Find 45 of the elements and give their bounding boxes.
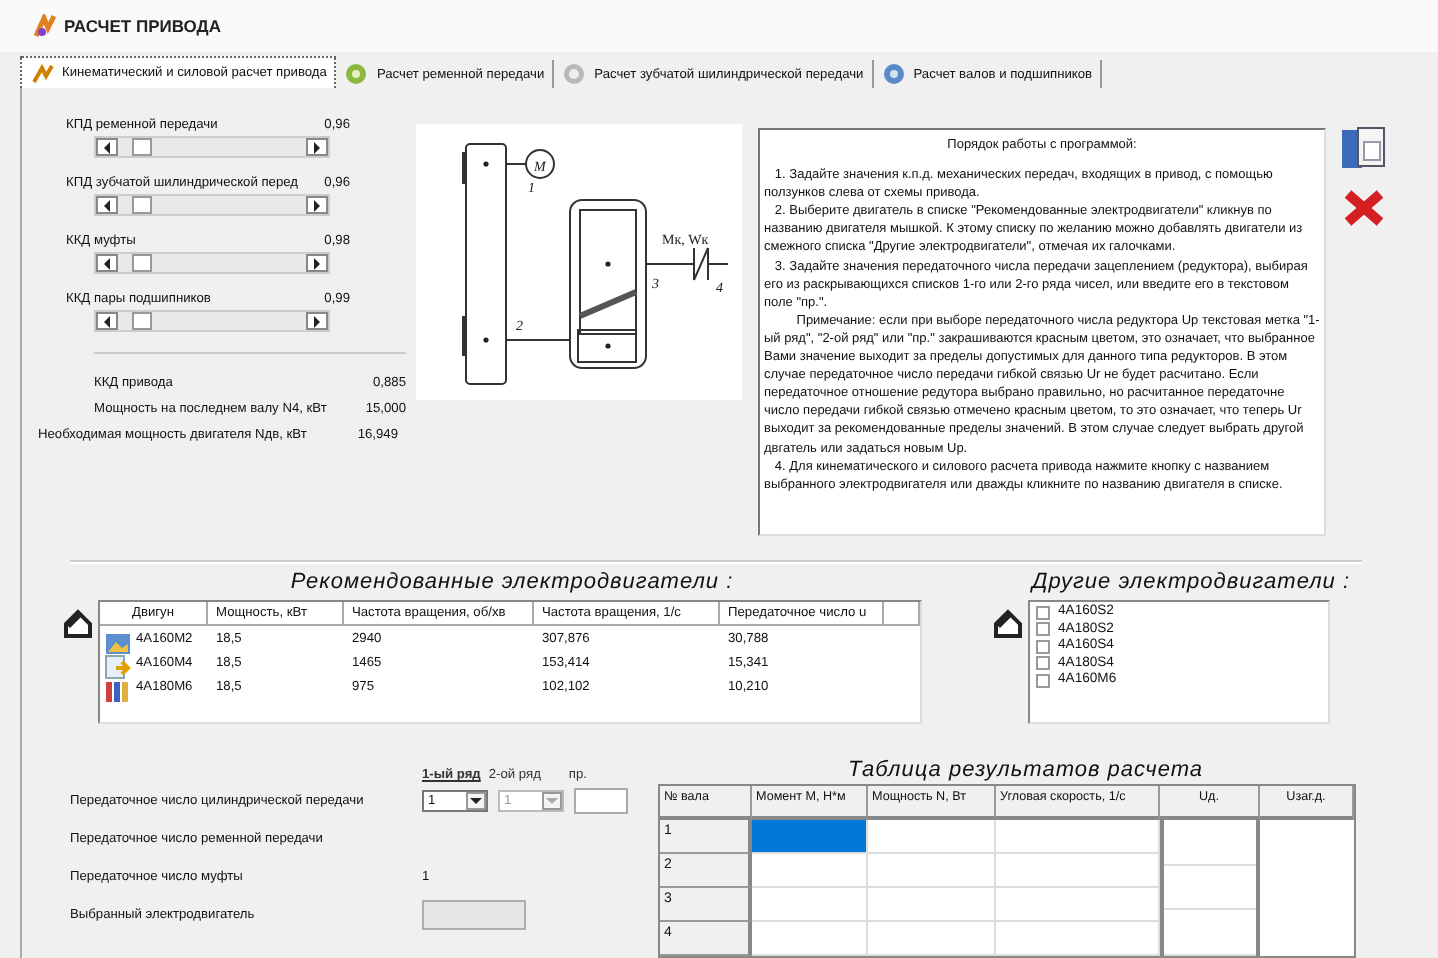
column-header[interactable] [884, 602, 920, 626]
table-cell[interactable] [752, 820, 868, 854]
efficiency-slider[interactable] [94, 136, 330, 158]
slider-thumb[interactable] [131, 254, 152, 272]
section-title: Рекомендованные электродвигатели : [288, 570, 736, 598]
document-icon [1340, 126, 1388, 170]
checkbox[interactable] [1036, 656, 1050, 671]
ring-icon [344, 62, 369, 86]
table-cell[interactable] [868, 854, 996, 888]
checkbox[interactable] [1036, 673, 1050, 688]
checkbox[interactable] [1036, 605, 1050, 620]
gear-icon [562, 62, 587, 86]
efficiency-slider[interactable] [94, 252, 330, 274]
slider-thumb[interactable] [131, 138, 152, 156]
arrow-icon [104, 653, 132, 679]
ratio-input-field[interactable] [574, 788, 628, 814]
table-cell[interactable] [752, 888, 868, 922]
checkbox[interactable] [1036, 639, 1050, 654]
table-cell[interactable] [868, 888, 996, 922]
table-cell[interactable] [752, 854, 868, 888]
table-cell[interactable] [996, 922, 1160, 956]
table-cell[interactable] [868, 922, 996, 956]
motor-button[interactable] [422, 900, 526, 930]
efficiency-slider[interactable] [94, 194, 330, 216]
books-icon [104, 677, 132, 703]
section-title: Таблица результатов расчета [846, 760, 1206, 784]
slider-thumb[interactable] [131, 196, 152, 214]
checkbox[interactable] [1036, 622, 1050, 637]
table-cell[interactable] [996, 888, 1160, 922]
table-cell[interactable] [752, 922, 868, 956]
picture-icon [104, 629, 132, 655]
copy-button[interactable] [1338, 124, 1390, 172]
table-cell[interactable] [996, 820, 1160, 854]
slider-thumb[interactable] [131, 312, 152, 330]
close-icon [1342, 188, 1386, 228]
table-cell[interactable] [868, 820, 996, 854]
section-title: Другие электродвигатели : [1028, 570, 1351, 598]
app-icon [32, 14, 56, 38]
table-cell[interactable] [996, 854, 1160, 888]
coupling-drawing [687, 247, 729, 281]
window-title: РАСЧЕТ ПРИВОДА [64, 16, 221, 36]
efficiency-slider[interactable] [94, 310, 330, 332]
disc-icon [881, 62, 906, 86]
drive-icon [30, 61, 54, 85]
motor-drawing [505, 149, 555, 179]
